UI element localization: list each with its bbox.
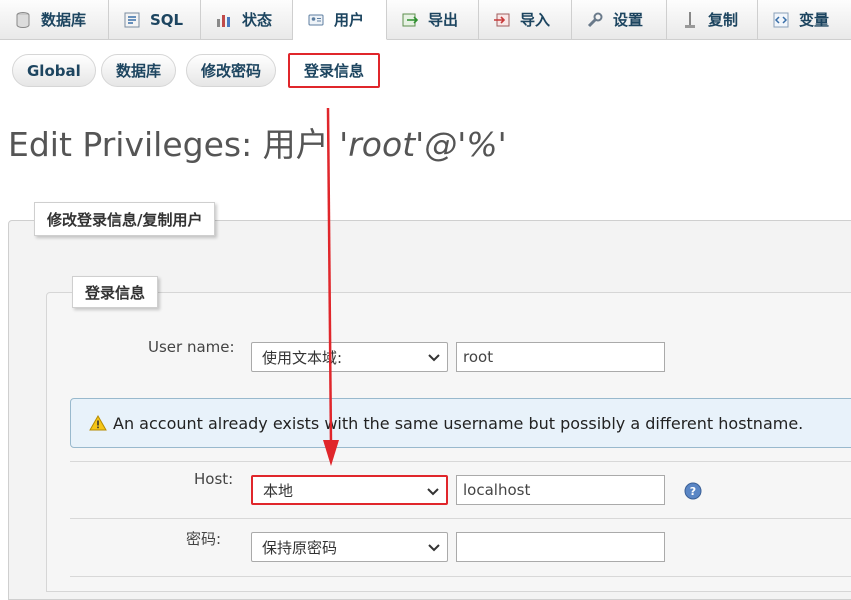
host-label: Host: xyxy=(194,470,234,488)
tab-import[interactable]: 导入 xyxy=(479,0,572,39)
settings-icon xyxy=(586,11,604,29)
status-icon xyxy=(215,11,233,29)
tab-label: 设置 xyxy=(613,11,644,29)
username-label: User name: xyxy=(148,338,235,356)
variables-icon xyxy=(772,11,790,29)
host-input[interactable]: localhost xyxy=(456,475,665,505)
warning-icon xyxy=(89,414,107,432)
svg-text:?: ? xyxy=(690,485,696,498)
chevron-down-icon xyxy=(426,484,440,498)
sub-navigation: Global 数据库 修改密码 登录信息 xyxy=(0,53,851,88)
password-select-value: 保持原密码 xyxy=(262,538,338,557)
row-divider xyxy=(70,576,851,577)
chevron-down-icon xyxy=(427,540,441,554)
export-icon xyxy=(401,11,419,29)
top-navigation: 数据库 SQL 状态 用户 导出 导入 设置 复制 变量 xyxy=(0,0,851,40)
tab-label: 状态 xyxy=(242,11,273,29)
tab-label: 数据库 xyxy=(41,11,87,29)
host-type-select[interactable]: 本地 xyxy=(251,475,448,505)
password-type-select[interactable]: 保持原密码 xyxy=(251,532,448,562)
subtab-change-password[interactable]: 修改密码 xyxy=(186,54,277,87)
page-title-account: 'root'@'%' xyxy=(339,125,507,164)
password-label: 密码: xyxy=(186,530,222,548)
database-icon xyxy=(14,11,32,29)
tab-label: 变量 xyxy=(799,11,830,29)
host-select-value: 本地 xyxy=(263,481,294,500)
tab-replication[interactable]: 复制 xyxy=(667,0,758,39)
tab-label: 导出 xyxy=(428,11,459,29)
page-title-prefix: Edit Privileges: 用户 xyxy=(8,125,340,164)
username-input[interactable]: root xyxy=(456,342,665,372)
notice-text: An account already exists with the same … xyxy=(113,413,804,433)
tab-label: 用户 xyxy=(334,11,365,29)
import-icon xyxy=(493,11,511,29)
username-type-select[interactable]: 使用文本域: xyxy=(251,342,448,372)
help-icon[interactable]: ? xyxy=(684,482,702,500)
replication-icon xyxy=(681,11,699,29)
tab-databases[interactable]: 数据库 xyxy=(0,0,109,39)
tab-settings[interactable]: 设置 xyxy=(572,0,667,39)
tab-status[interactable]: 状态 xyxy=(201,0,293,39)
page-title: Edit Privileges: 用户 'root'@'%' xyxy=(8,118,507,166)
row-divider xyxy=(70,461,851,462)
edit-login-legend: 修改登录信息/复制用户 xyxy=(34,202,216,236)
tab-label: 复制 xyxy=(708,11,739,29)
tab-export[interactable]: 导出 xyxy=(387,0,479,39)
tab-sql[interactable]: SQL xyxy=(109,0,201,39)
tab-label: 导入 xyxy=(520,11,551,29)
tab-users[interactable]: 用户 xyxy=(293,0,387,40)
password-input[interactable] xyxy=(456,532,665,562)
username-select-value: 使用文本域: xyxy=(262,348,343,367)
subtab-login-info[interactable]: 登录信息 xyxy=(288,53,381,88)
account-exists-notice: An account already exists with the same … xyxy=(70,398,851,448)
tab-label: SQL xyxy=(150,10,184,29)
subtab-global[interactable]: Global xyxy=(12,54,96,87)
sql-icon xyxy=(123,11,141,29)
users-icon xyxy=(307,11,325,29)
login-info-legend: 登录信息 xyxy=(72,276,159,308)
tab-variables[interactable]: 变量 xyxy=(758,0,851,39)
chevron-down-icon xyxy=(427,350,441,364)
subtab-databases[interactable]: 数据库 xyxy=(101,54,177,87)
row-divider xyxy=(70,518,851,519)
